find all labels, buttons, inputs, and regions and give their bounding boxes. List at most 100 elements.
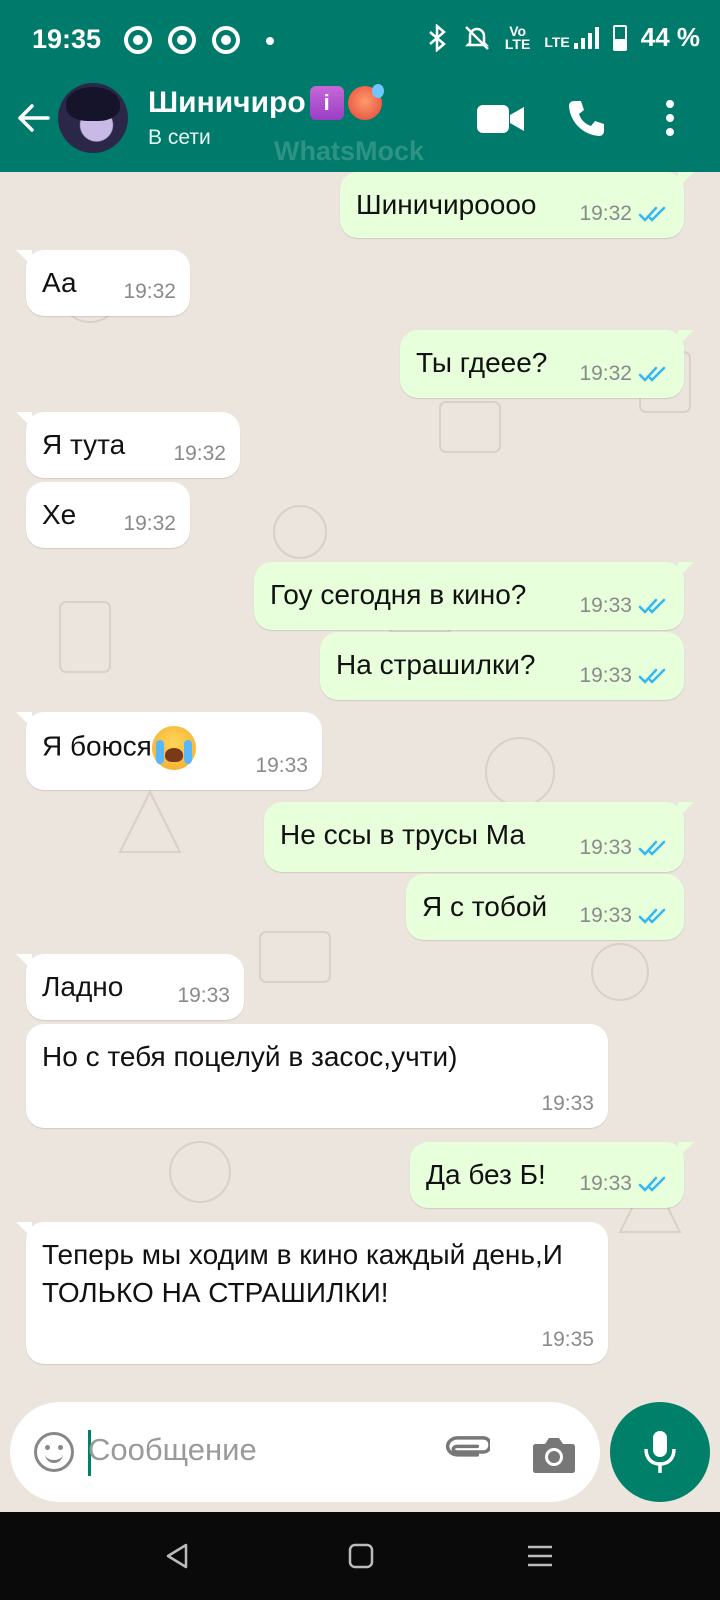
message-time: 19:33 bbox=[579, 594, 632, 617]
nav-back-icon[interactable] bbox=[164, 1542, 190, 1570]
outgoing-message[interactable]: Гоу сегодня в кино? 19:33 bbox=[254, 562, 694, 630]
status-indicators: Vo LTE LTE 44 % bbox=[427, 22, 700, 53]
message-text: На страшилки? bbox=[336, 649, 536, 680]
status-time: 19:35 bbox=[32, 24, 102, 54]
message-text: Я с тобой bbox=[422, 891, 548, 922]
chrome-icon bbox=[124, 26, 152, 54]
message-meta: 19:32 bbox=[123, 280, 176, 304]
incoming-message[interactable]: Ладно 19:33 bbox=[16, 954, 244, 1020]
message-meta: 19:33 bbox=[579, 664, 670, 688]
read-ticks-icon bbox=[638, 366, 666, 382]
message-meta: 19:33 bbox=[579, 904, 670, 928]
message-meta: 19:35 bbox=[541, 1328, 594, 1352]
signal-icon bbox=[573, 26, 599, 49]
bubble-tail bbox=[16, 712, 32, 728]
bluetooth-icon bbox=[429, 23, 446, 52]
message-time: 19:32 bbox=[123, 280, 176, 303]
chrome-icon bbox=[168, 26, 196, 54]
message-meta: 19:33 bbox=[579, 836, 670, 860]
message-time: 19:32 bbox=[579, 202, 632, 225]
nav-recents-icon[interactable] bbox=[526, 1542, 554, 1570]
bubble-tail bbox=[16, 250, 32, 266]
message-time: 19:32 bbox=[123, 512, 176, 535]
lte-label: LTE bbox=[544, 33, 570, 50]
message-input-bar[interactable]: Сообщение bbox=[10, 1402, 600, 1502]
video-call-icon[interactable] bbox=[476, 102, 526, 136]
nav-home-icon[interactable] bbox=[348, 1542, 374, 1570]
message-time: 19:32 bbox=[173, 442, 226, 465]
incoming-message[interactable]: Но с тебя поцелуй в засос,учти) 19:33 bbox=[26, 1024, 608, 1128]
message-text: Шиничироооо bbox=[356, 189, 537, 220]
message-text: Гоу сегодня в кино? bbox=[270, 579, 527, 610]
contact-status: В сети bbox=[148, 126, 211, 149]
outgoing-message[interactable]: Шиничироооо 19:32 bbox=[340, 172, 694, 238]
message-time: 19:33 bbox=[579, 664, 632, 687]
microphone-icon bbox=[644, 1431, 676, 1473]
message-text: Я тута bbox=[42, 429, 126, 460]
message-meta: 19:33 bbox=[177, 984, 230, 1008]
incoming-message[interactable]: Хе 19:32 bbox=[26, 482, 190, 548]
message-meta: 19:33 bbox=[255, 754, 308, 778]
message-time: 19:33 bbox=[579, 904, 632, 927]
message-time: 19:33 bbox=[579, 1172, 632, 1195]
message-text: Я боюся bbox=[42, 726, 196, 770]
incoming-message[interactable]: Аа 19:32 bbox=[16, 250, 190, 316]
message-text: Теперь мы ходим в кино каждый день,И ТОЛ… bbox=[42, 1239, 563, 1308]
voice-message-button[interactable] bbox=[610, 1402, 710, 1502]
outgoing-message[interactable]: Да без Б! 19:33 bbox=[410, 1142, 694, 1208]
message-text: Хе bbox=[42, 499, 77, 530]
watermark: WhatsMock bbox=[274, 136, 425, 166]
read-ticks-icon bbox=[638, 206, 666, 222]
bubble-tail bbox=[678, 1142, 694, 1158]
outgoing-message[interactable]: Ты гдеее? 19:32 bbox=[400, 330, 694, 398]
message-input[interactable]: Сообщение bbox=[88, 1432, 257, 1468]
read-ticks-icon bbox=[638, 840, 666, 856]
battery-percent: 44 % bbox=[640, 22, 700, 52]
attach-icon[interactable] bbox=[442, 1428, 490, 1476]
bubble-tail bbox=[16, 954, 32, 970]
message-meta: 19:32 bbox=[579, 202, 670, 226]
more-notifications-dot bbox=[266, 37, 274, 45]
message-text: Аа bbox=[42, 267, 77, 298]
message-meta: 19:33 bbox=[579, 1172, 670, 1196]
incoming-message[interactable]: Теперь мы ходим в кино каждый день,И ТОЛ… bbox=[16, 1222, 608, 1364]
outgoing-message[interactable]: На страшилки? 19:33 bbox=[320, 632, 684, 700]
read-ticks-icon bbox=[638, 908, 666, 924]
contact-avatar[interactable] bbox=[58, 83, 128, 153]
chrome-icon bbox=[212, 26, 240, 54]
voice-call-icon[interactable] bbox=[566, 98, 606, 138]
contact-name-row[interactable]: Шиничиро i bbox=[148, 84, 384, 120]
read-ticks-icon bbox=[638, 598, 666, 614]
bubble-tail bbox=[16, 412, 32, 428]
message-text: Не ссы в трусы Ма bbox=[280, 819, 526, 850]
signal-indicator: LTE bbox=[544, 26, 599, 50]
chat-area[interactable]: Шиничироооо 19:32 Аа 19:32 Ты гдеее? 19:32 Я т… bbox=[0, 172, 720, 1406]
outgoing-message[interactable]: Я с тобой 19:33 bbox=[406, 874, 684, 940]
more-options-icon[interactable] bbox=[664, 98, 676, 138]
message-time: 19:35 bbox=[541, 1328, 594, 1351]
mute-bell-icon bbox=[464, 25, 489, 50]
emoji-icon[interactable] bbox=[34, 1432, 74, 1472]
message-time: 19:33 bbox=[177, 984, 230, 1007]
back-arrow-icon[interactable] bbox=[14, 98, 54, 138]
chat-header: Шиничиро i В сети WhatsMock bbox=[0, 80, 720, 172]
system-nav-bar bbox=[0, 1512, 720, 1600]
message-text: Ладно bbox=[42, 971, 124, 1002]
bubble-tail bbox=[678, 562, 694, 578]
status-bar: 19:35 Vo LTE LTE 44 % bbox=[0, 0, 720, 80]
message-time: 19:33 bbox=[541, 1092, 594, 1115]
read-ticks-icon bbox=[638, 668, 666, 684]
message-text: Ты гдеее? bbox=[416, 347, 548, 378]
camera-icon[interactable] bbox=[532, 1434, 576, 1474]
outgoing-message[interactable]: Не ссы в трусы Ма 19:33 bbox=[264, 802, 694, 872]
bubble-tail bbox=[678, 330, 694, 346]
info-emoji-icon: i bbox=[309, 86, 344, 120]
message-meta: 19:32 bbox=[173, 442, 226, 466]
incoming-message[interactable]: Я боюся 19:33 bbox=[16, 712, 322, 790]
message-time: 19:33 bbox=[579, 836, 632, 859]
message-meta: 19:32 bbox=[579, 362, 670, 386]
message-time: 19:32 bbox=[579, 362, 632, 385]
contact-name: Шиничиро bbox=[148, 86, 306, 119]
incoming-message[interactable]: Я тута 19:32 bbox=[16, 412, 240, 478]
bubble-tail bbox=[678, 802, 694, 818]
